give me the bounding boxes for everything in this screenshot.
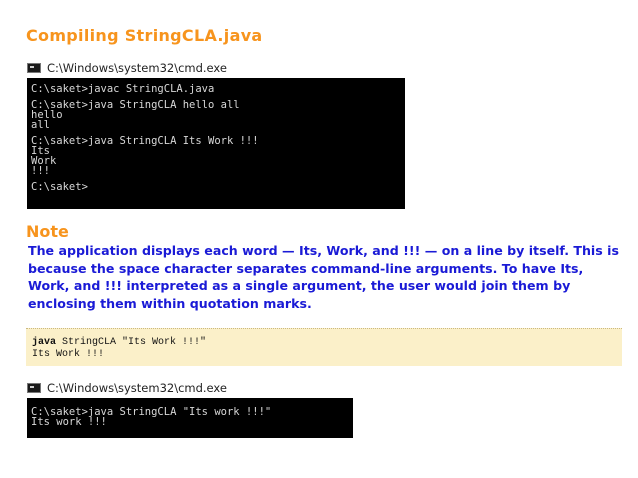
console-line: C:\saket>java StringCLA hello all [31,99,240,111]
console-output: C:\saket>javac StringCLA.java C:\saket>j… [27,78,405,209]
console-line: all [31,119,50,131]
code-output-line: Its Work !!! [32,349,105,360]
console-line: !!! [31,165,50,177]
window-title: C:\Windows\system32\cmd.exe [47,61,227,75]
console-line: C:\saket>java StringCLA Its Work !!! [31,135,259,147]
console-line: C:\saket> [31,181,88,193]
console-line: Its work !!! [31,416,107,428]
code-keyword: java [32,337,57,348]
page-title: Compiling StringCLA.java [26,26,263,45]
console-icon [27,63,41,73]
window-titlebar: C:\Windows\system32\cmd.exe [27,380,227,396]
note-text: The application displays each word — Its… [28,243,619,311]
note-heading: Note [26,222,69,241]
code-command-line: java StringCLA "Its Work !!!" [32,337,616,349]
window-title: C:\Windows\system32\cmd.exe [47,381,227,395]
console-line: Work [31,155,57,167]
console-line: C:\saket>javac StringCLA.java [31,83,215,95]
code-command: StringCLA "Its Work !!!" [56,337,207,348]
console-icon [27,383,41,393]
console-line: hello [31,109,63,121]
console-output: C:\saket>java StringCLA "Its work !!!" I… [27,398,353,438]
code-example: java StringCLA "Its Work !!!" Its Work !… [26,328,622,366]
console-line: Its [31,145,50,157]
window-titlebar: C:\Windows\system32\cmd.exe [27,60,227,76]
